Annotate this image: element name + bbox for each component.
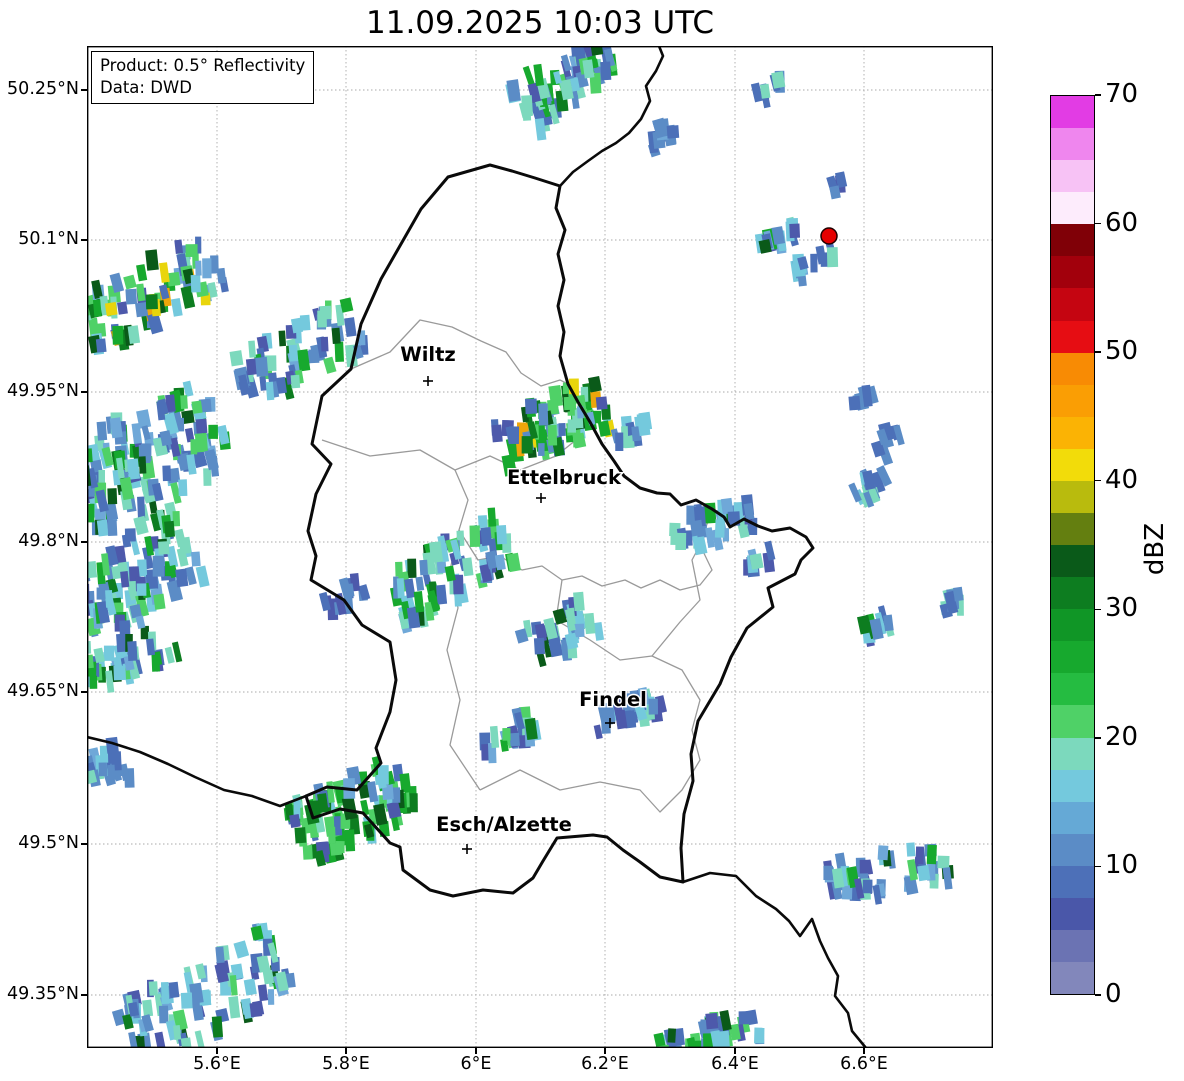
colorbar-tick-mark xyxy=(1095,865,1101,868)
city-label: Wiltz xyxy=(400,343,456,366)
colorbar-segment xyxy=(1051,128,1094,161)
x-tick-label: 5.8°E xyxy=(322,1054,370,1074)
colorbar-segment xyxy=(1051,833,1094,866)
country-borders xyxy=(87,46,868,1048)
radar-echoes xyxy=(87,46,964,1048)
y-tick-label: 49.65°N xyxy=(7,681,79,701)
colorbar-segment xyxy=(1051,416,1094,449)
y-tick-label: 49.5°N xyxy=(18,833,79,853)
y-tick-label: 50.1°N xyxy=(18,229,79,249)
colorbar-segment xyxy=(1051,384,1094,417)
colorbar-tick-label: 20 xyxy=(1105,721,1139,752)
x-tick-mark xyxy=(863,1048,865,1054)
x-tick-mark xyxy=(734,1048,736,1054)
colorbar-segment xyxy=(1051,256,1094,289)
map-plot: Wiltz Ettelbruck Findel Esch/Alzette xyxy=(87,46,993,1048)
colorbar-segment xyxy=(1051,897,1094,931)
colorbar-tick-label: 0 xyxy=(1105,979,1122,1009)
colorbar-segment xyxy=(1051,801,1094,834)
colorbar-segment xyxy=(1051,448,1094,481)
colorbar-segment xyxy=(1051,96,1094,129)
colorbar-segment xyxy=(1051,577,1094,610)
y-tick-label: 49.35°N xyxy=(7,984,79,1004)
colorbar-segment xyxy=(1051,224,1094,257)
colorbar-tick-mark xyxy=(1095,608,1101,611)
colorbar-tick-mark xyxy=(1095,94,1101,96)
colorbar-tick-label: 10 xyxy=(1105,850,1139,881)
colorbar-tick-mark xyxy=(1095,479,1101,482)
x-tick-mark xyxy=(216,1048,218,1054)
colorbar-segment xyxy=(1051,192,1094,225)
colorbar-segment xyxy=(1051,288,1094,321)
colorbar-segment xyxy=(1051,545,1094,578)
x-tick-mark xyxy=(475,1048,477,1054)
radar-site-marker xyxy=(820,227,838,245)
x-tick-label: 6.2°E xyxy=(581,1054,629,1074)
x-tick-label: 6.6°E xyxy=(840,1054,888,1074)
colorbar-segment xyxy=(1051,609,1094,642)
y-tick-mark xyxy=(81,541,87,543)
y-tick-label: 49.95°N xyxy=(7,381,79,401)
city-label: Ettelbruck xyxy=(507,466,622,489)
city-label: Findel xyxy=(579,688,647,711)
colorbar-segment xyxy=(1051,673,1094,706)
product-info-box: Product: 0.5° Reflectivity Data: DWD xyxy=(91,51,315,104)
colorbar-segment xyxy=(1051,160,1094,193)
x-tick-mark xyxy=(345,1048,347,1054)
colorbar-segment xyxy=(1051,930,1094,963)
colorbar-segment xyxy=(1051,737,1094,770)
city-label: Esch/Alzette xyxy=(436,813,572,836)
colorbar-tick-label: 40 xyxy=(1105,464,1139,495)
colorbar-tick-mark xyxy=(1095,351,1101,353)
y-tick-mark xyxy=(81,89,87,91)
colorbar-segment xyxy=(1051,320,1094,353)
colorbar-segment xyxy=(1051,962,1094,995)
colorbar-tick-mark xyxy=(1095,737,1101,739)
x-tick-label: 6.4°E xyxy=(711,1054,759,1074)
colorbar-segment xyxy=(1051,352,1094,385)
y-tick-mark xyxy=(81,994,87,996)
colorbar-segment xyxy=(1051,769,1094,802)
colorbar-unit-label: dBZ xyxy=(1140,522,1170,576)
product-label: Product: 0.5° Reflectivity xyxy=(100,56,306,75)
colorbar-tick-label: 70 xyxy=(1105,79,1139,109)
colorbar-tick-mark xyxy=(1095,222,1101,225)
radar-figure: 11.09.2025 10:03 UTC Wiltz Ettelbruck Find… xyxy=(0,0,1184,1081)
y-tick-mark xyxy=(81,843,87,845)
y-tick-label: 50.25°N xyxy=(7,79,79,99)
colorbar-tick-label: 60 xyxy=(1105,207,1139,238)
figure-title: 11.09.2025 10:03 UTC xyxy=(366,5,714,41)
colorbar-segment xyxy=(1051,865,1094,898)
y-tick-mark xyxy=(81,691,87,693)
y-tick-mark xyxy=(81,391,87,393)
colorbar-tick-mark xyxy=(1095,994,1101,996)
colorbar-tick-label: 30 xyxy=(1105,593,1139,624)
x-tick-label: 5.6°E xyxy=(193,1054,241,1074)
colorbar-segment xyxy=(1051,480,1094,514)
y-tick-mark xyxy=(81,239,87,241)
colorbar-tick-label: 50 xyxy=(1105,336,1139,367)
x-tick-mark xyxy=(604,1048,606,1054)
colorbar-segment xyxy=(1051,641,1094,674)
colorbar-segment xyxy=(1051,513,1094,546)
y-tick-label: 49.8°N xyxy=(18,531,79,551)
x-tick-label: 6°E xyxy=(460,1054,492,1074)
colorbar-segment xyxy=(1051,705,1094,738)
data-source-label: Data: DWD xyxy=(100,78,192,97)
colorbar xyxy=(1050,95,1095,995)
